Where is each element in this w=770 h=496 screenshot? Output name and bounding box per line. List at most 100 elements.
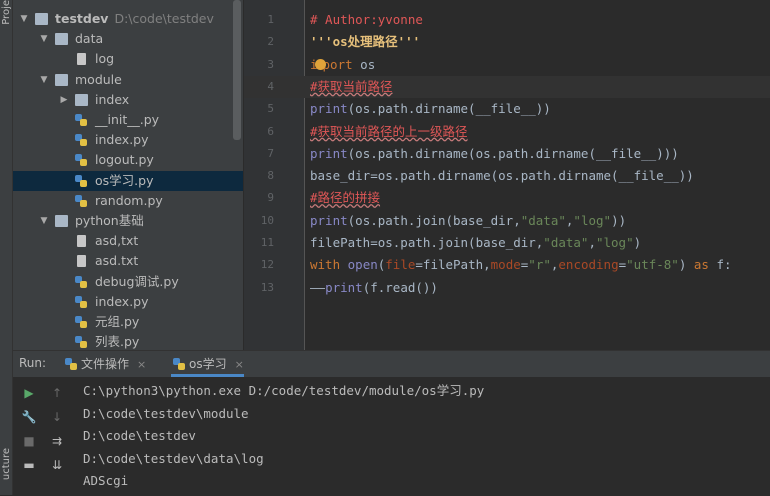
line-number: 1 xyxy=(267,13,274,26)
code-token: base_dir=os.path.dirname(os.path.dirname… xyxy=(310,168,694,184)
line-number: 6 xyxy=(267,124,274,138)
code-line[interactable]: 6 #获取当前路径的上一级路径 xyxy=(244,121,770,143)
tree-item-label: 列表.py xyxy=(95,334,140,350)
line-number: 5 xyxy=(267,102,274,116)
tree-item-label: 元组.py xyxy=(95,314,140,329)
tree-item-label: __init__.py xyxy=(95,112,160,127)
tree-item-label: index xyxy=(95,91,130,107)
tree-item[interactable]: ▼ python基础 xyxy=(13,211,243,231)
code-line[interactable]: 3 i port os xyxy=(244,54,770,76)
code-token: open xyxy=(347,257,378,273)
code-line[interactable]: 5 print(os.path.dirname(__file__)) xyxy=(244,98,770,120)
tree-item[interactable]: ▼ testdev D:\code\testdev xyxy=(13,9,243,29)
line-number: 4 xyxy=(267,79,274,93)
wrench-icon[interactable]: 🔧 xyxy=(21,409,37,425)
line-number: 11 xyxy=(260,236,274,249)
tree-item[interactable]: os学习.py xyxy=(13,170,243,191)
tree-item[interactable]: logout.py xyxy=(13,150,243,170)
chevron-down-icon[interactable]: ▼ xyxy=(19,9,29,29)
text-file-icon xyxy=(77,255,86,268)
stop-icon[interactable]: ■ xyxy=(21,433,37,449)
code-token: print xyxy=(310,145,348,161)
chevron-right-icon[interactable]: ▶ xyxy=(59,90,69,110)
tree-item[interactable]: ▼ module xyxy=(13,70,243,90)
python-file-icon xyxy=(75,194,88,207)
code-token: #路径的拼接 xyxy=(310,190,381,206)
python-file-icon xyxy=(75,295,88,308)
scroll-end-icon[interactable]: ⇊ xyxy=(49,457,65,473)
code-text: print(os.path.dirname(os.path.dirname(__… xyxy=(310,143,679,165)
code-token: mode xyxy=(490,257,521,273)
project-path: D:\code\testdev xyxy=(114,11,214,26)
tree-item-label: python基础 xyxy=(75,213,144,228)
folder-icon xyxy=(55,33,68,46)
code-token: "log" xyxy=(595,235,634,250)
text-file-icon xyxy=(77,53,86,66)
chevron-down-icon[interactable]: ▼ xyxy=(39,211,49,231)
code-line[interactable]: 8 base_dir=os.path.dirname(os.path.dirnam… xyxy=(244,165,770,187)
python-file-icon xyxy=(75,336,88,349)
run-tab[interactable]: 文件操作 × xyxy=(63,351,146,377)
code-line[interactable]: 4 #获取当前路径 xyxy=(244,75,770,98)
code-line[interactable]: 10 print(os.path.join(base_dir,"data","lo… xyxy=(244,210,770,232)
code-line[interactable]: 1 # Author:yvonne xyxy=(244,9,770,31)
code-token: print xyxy=(310,101,348,117)
line-number: 12 xyxy=(260,258,274,272)
code-text: '''os处理路径''' xyxy=(310,31,420,53)
line-number: 8 xyxy=(267,169,274,183)
soft-wrap-icon[interactable]: ⇉ xyxy=(49,433,65,449)
code-text: ——print(f.read()) xyxy=(310,277,438,299)
tree-item[interactable]: 列表.py xyxy=(13,332,243,350)
line-number: 10 xyxy=(260,213,274,227)
tree-item[interactable]: log xyxy=(13,49,243,69)
code-line[interactable]: 12 with open(file=filePath,mode="r",encod… xyxy=(244,254,770,276)
tree-item[interactable]: index.py xyxy=(13,130,243,150)
code-token: "data" xyxy=(543,235,589,250)
code-token: (os.path.join(base_dir, xyxy=(347,212,521,228)
tree-item[interactable]: 元组.py xyxy=(13,312,243,332)
code-token: with xyxy=(310,257,348,273)
close-icon[interactable]: × xyxy=(137,358,146,371)
code-token: (f.read()) xyxy=(362,279,438,295)
tree-item[interactable]: index.py xyxy=(13,292,243,312)
left-tool-strip: Proje ucture xyxy=(0,0,13,495)
python-icon xyxy=(65,358,77,370)
code-token: "log" xyxy=(573,212,612,228)
python-file-icon xyxy=(75,114,88,126)
code-editor[interactable]: 1 # Author:yvonne 2 '''os处理路径''' 3 i port os 4 #… xyxy=(244,0,770,350)
code-token: '''os处理路径''' xyxy=(310,34,421,50)
tree-item[interactable]: asd.txt xyxy=(13,251,243,271)
run-tab[interactable]: os学习 × xyxy=(171,351,244,377)
close-icon[interactable]: × xyxy=(235,358,244,371)
code-line[interactable]: 13 ——print(f.read()) xyxy=(244,277,770,299)
python-file-icon xyxy=(75,316,88,328)
tree-item-label: debug调试.py xyxy=(95,273,179,289)
code-line[interactable]: 2 '''os处理路径''' xyxy=(244,31,770,53)
run-icon[interactable]: ▶ xyxy=(21,385,37,401)
text-file-icon xyxy=(77,235,86,248)
chevron-down-icon[interactable]: ▼ xyxy=(39,29,49,49)
structure-tool-label[interactable]: ucture xyxy=(1,448,12,480)
tree-item[interactable]: debug调试.py xyxy=(13,272,243,292)
tree-item[interactable]: ▼ data xyxy=(13,29,243,49)
project-scrollbar[interactable] xyxy=(233,0,241,140)
tree-item-label: asd,txt xyxy=(95,233,139,249)
tree-item[interactable]: asd,txt xyxy=(13,231,243,251)
code-line[interactable]: 9 #路径的拼接 xyxy=(244,187,770,209)
code-line[interactable]: 7 print(os.path.dirname(os.path.dirname(_… xyxy=(244,143,770,165)
layout-icon[interactable]: ▬ xyxy=(21,457,37,473)
tree-item[interactable]: ▶ index xyxy=(13,90,243,110)
project-tool-label[interactable]: Proje xyxy=(1,0,12,25)
code-line[interactable]: 11 filePath=os.path.join(base_dir,"data",… xyxy=(244,232,770,254)
chevron-down-icon[interactable]: ▼ xyxy=(39,70,49,90)
tree-item-label: index.py xyxy=(95,293,149,309)
up-arrow-icon[interactable]: ↑ xyxy=(49,385,65,401)
tree-item[interactable]: random.py xyxy=(13,191,243,211)
console-line: D:\code\testdev\data\log xyxy=(83,450,264,466)
intention-bulb-icon[interactable] xyxy=(314,58,326,70)
console-output[interactable]: C:\python3\python.exe D:/code/testdev/mo… xyxy=(83,377,763,496)
down-arrow-icon[interactable]: ↓ xyxy=(49,409,65,425)
code-token: f: xyxy=(708,257,732,273)
tree-item[interactable]: __init__.py xyxy=(13,110,243,130)
python-file-icon xyxy=(75,275,88,288)
